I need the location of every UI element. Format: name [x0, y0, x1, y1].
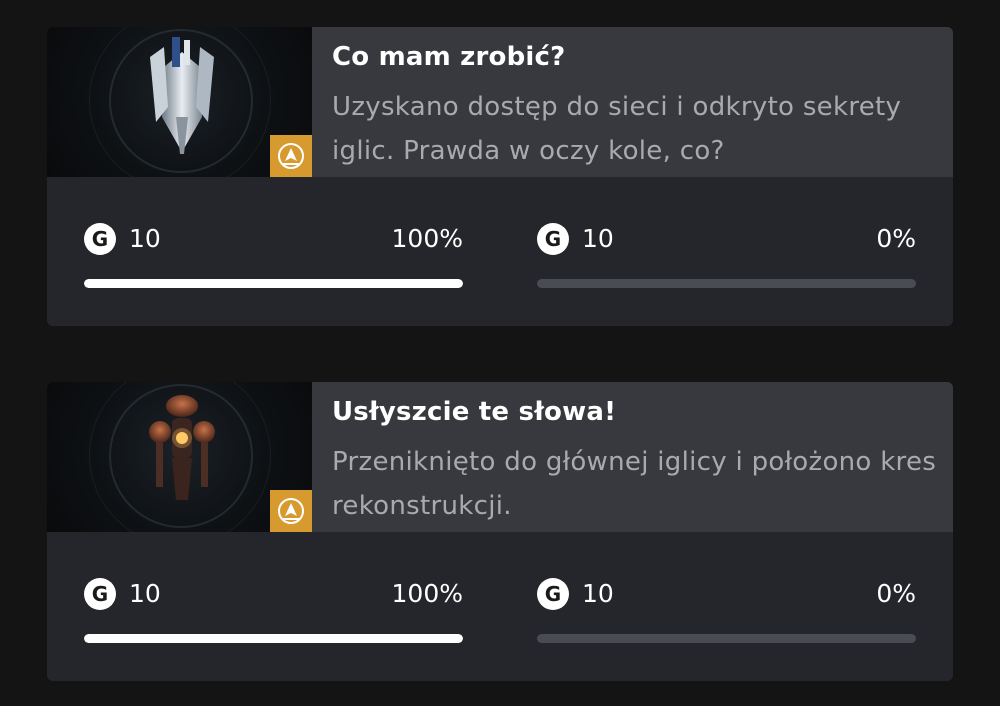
gamerscore-icon: G [537, 578, 569, 610]
achievement-title: Co mam zrobić? [332, 42, 566, 72]
gamerscore-points: 10 [129, 579, 161, 608]
gamerscore-stat: G 10 0% [537, 578, 916, 610]
progress-bar [537, 634, 916, 643]
progress-fill [84, 279, 463, 288]
gamerscore-points: 10 [582, 224, 614, 253]
gamerscore-stat: G 10 100% [84, 223, 463, 255]
completion-percent: 100% [391, 579, 463, 608]
rare-achievement-icon [278, 498, 304, 524]
achievement-description: Uzyskano dostęp do sieci i odkryto sekre… [332, 92, 902, 166]
rare-achievement-badge [270, 490, 312, 532]
gamerscore-stat: G 10 0% [537, 223, 916, 255]
achievement-card[interactable]: Co mam zrobić? Uzyskano dostęp do sieci … [47, 27, 953, 326]
gamerscore-stat: G 10 100% [84, 578, 463, 610]
progress-bar [537, 279, 916, 288]
sentinel-ship-icon [150, 37, 214, 154]
gamerscore-icon: G [537, 223, 569, 255]
progress-fill [84, 634, 463, 643]
gamerscore-points: 10 [582, 579, 614, 608]
completion-percent: 0% [876, 224, 916, 253]
gamerscore-icon: G [84, 223, 116, 255]
progress-bar [84, 634, 463, 643]
progress-bar [84, 279, 463, 288]
achievement-description: Przeniknięto do głównej iglicy i położon… [332, 447, 937, 521]
sentinel-robot-icon [149, 395, 215, 500]
rare-achievement-badge [270, 135, 312, 177]
completion-percent: 0% [876, 579, 916, 608]
achievement-title: Usłyszcie te słowa! [332, 397, 617, 427]
gamerscore-points: 10 [129, 224, 161, 253]
gamerscore-icon: G [84, 578, 116, 610]
completion-percent: 100% [391, 224, 463, 253]
achievement-card[interactable]: Usłyszcie te słowa! Przeniknięto do głów… [47, 382, 953, 681]
rare-achievement-icon [278, 143, 304, 169]
